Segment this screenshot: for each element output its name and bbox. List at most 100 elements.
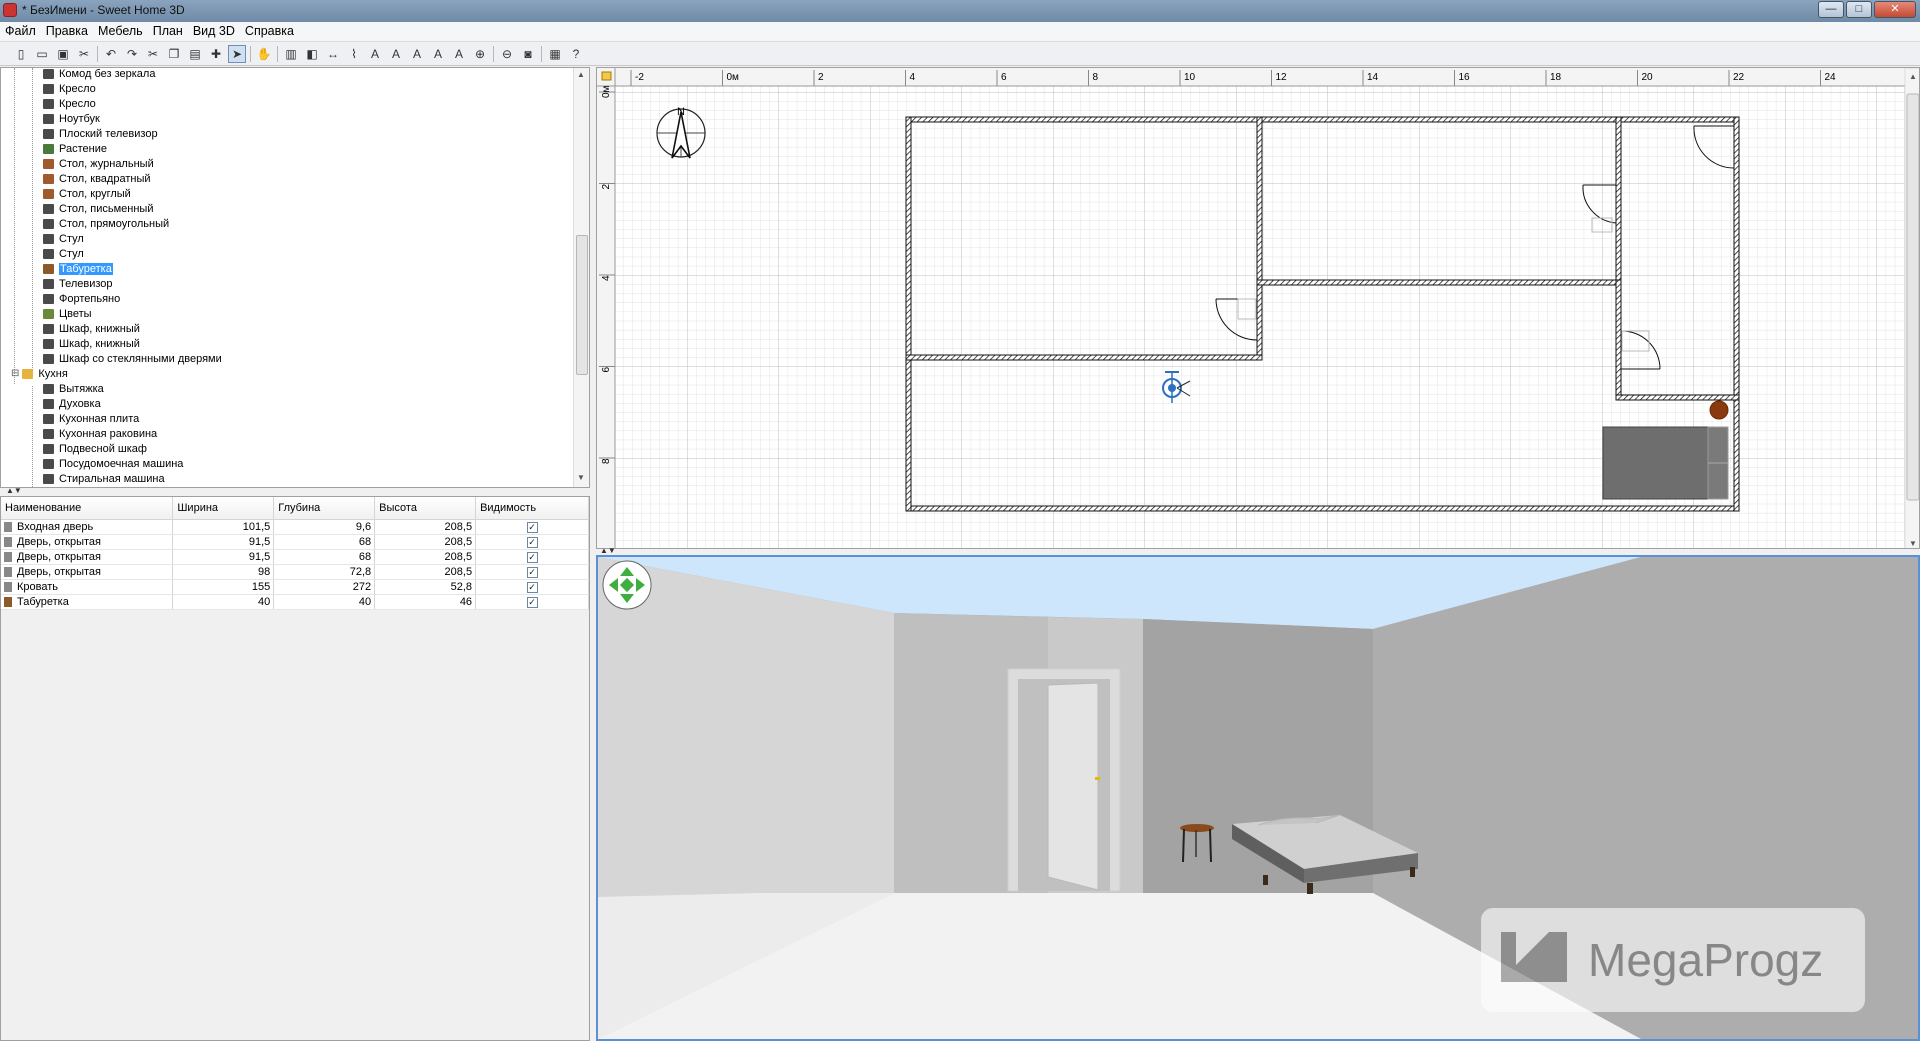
- paste-icon[interactable]: ▤: [186, 45, 204, 63]
- furniture-catalog-tree[interactable]: ▲ ▼ Комод без зеркала Кресло Кресло Ноутбук…: [0, 67, 590, 488]
- table-row[interactable]: Кровать 155 272 52,8 ✓: [1, 579, 589, 595]
- catalog-item[interactable]: Комод без зеркала: [43, 68, 155, 81]
- catalog-item[interactable]: Кресло: [43, 81, 96, 96]
- visibility-checkbox[interactable]: ✓: [526, 566, 538, 578]
- visibility-checkbox[interactable]: ✓: [526, 551, 538, 563]
- menu-plan[interactable]: План: [148, 22, 188, 38]
- visibility-checkbox[interactable]: ✓: [526, 596, 538, 608]
- maximize-button[interactable]: □: [1846, 1, 1872, 18]
- create-dimensions-icon[interactable]: ↔: [324, 45, 342, 63]
- menu-furniture[interactable]: Мебель: [93, 22, 148, 38]
- furniture-list[interactable]: Наименование Ширина Глубина Высота Видим…: [0, 496, 590, 1041]
- table-row[interactable]: Дверь, открытая 91,5 68 208,5 ✓: [1, 549, 589, 565]
- zoom-out-icon[interactable]: ⊖: [498, 45, 516, 63]
- plan-scroll-down-icon[interactable]: ▼: [1909, 539, 1917, 548]
- visibility-checkbox[interactable]: ✓: [526, 521, 538, 533]
- catalog-item[interactable]: Стул: [43, 246, 84, 261]
- text-style-c-icon[interactable]: A: [429, 45, 447, 63]
- catalog-item[interactable]: Кресло: [43, 96, 96, 111]
- table-row[interactable]: Входная дверь 101,5 9,6 208,5 ✓: [1, 519, 589, 535]
- col-height[interactable]: Высота: [374, 497, 477, 520]
- visibility-checkbox[interactable]: ✓: [526, 581, 538, 593]
- catalog-item[interactable]: Подвесной шкаф: [43, 441, 147, 456]
- new-icon[interactable]: ▯: [12, 45, 30, 63]
- create-photo-icon[interactable]: ◙: [519, 45, 537, 63]
- col-depth[interactable]: Глубина: [273, 497, 376, 520]
- catalog-item[interactable]: Стул: [43, 231, 84, 246]
- catalog-item[interactable]: Фортепьяно: [43, 291, 120, 306]
- close-button[interactable]: ✕: [1874, 1, 1916, 18]
- collapse-icon[interactable]: ⊟: [11, 368, 19, 379]
- catalog-item[interactable]: Шкаф, книжный: [43, 321, 140, 336]
- bed-symbol[interactable]: [1602, 426, 1729, 500]
- col-visibility[interactable]: Видимость: [475, 497, 589, 520]
- add-furniture-icon[interactable]: ✚: [207, 45, 225, 63]
- splitter-arrows-icon[interactable]: ▲▼: [600, 546, 616, 555]
- catalog-splitter[interactable]: ▲▼: [0, 486, 590, 496]
- zoom-in-icon[interactable]: ⊕: [471, 45, 489, 63]
- catalog-item[interactable]: Табуретка: [43, 261, 113, 276]
- cut-icon[interactable]: ✂: [144, 45, 162, 63]
- catalog-item[interactable]: Кухонная раковина: [43, 426, 157, 441]
- table-row[interactable]: Дверь, открытая 91,5 68 208,5 ✓: [1, 534, 589, 550]
- save-icon[interactable]: ▣: [54, 45, 72, 63]
- catalog-item[interactable]: Стол, прямоугольный: [43, 216, 169, 231]
- add-text-icon[interactable]: A: [366, 45, 384, 63]
- text-style-d-icon[interactable]: A: [450, 45, 468, 63]
- catalog-item[interactable]: Посудомоечная машина: [43, 456, 183, 471]
- 3d-view[interactable]: MegaProgz: [596, 555, 1920, 1041]
- col-name[interactable]: Наименование: [1, 497, 174, 520]
- catalog-item[interactable]: Телевизор: [43, 276, 113, 291]
- catalog-item[interactable]: Стол, журнальный: [43, 156, 154, 171]
- visibility-checkbox[interactable]: ✓: [526, 536, 538, 548]
- splitter-arrows-icon[interactable]: ▲▼: [6, 486, 22, 495]
- catalog-item[interactable]: Ноутбук: [43, 111, 100, 126]
- catalog-scroll-thumb[interactable]: [576, 235, 588, 375]
- create-rooms-icon[interactable]: ◧: [303, 45, 321, 63]
- redo-icon[interactable]: ↷: [123, 45, 141, 63]
- text-style-a-icon[interactable]: A: [387, 45, 405, 63]
- text-style-b-icon[interactable]: A: [408, 45, 426, 63]
- scroll-up-icon[interactable]: ▲: [577, 70, 585, 79]
- plan-scroll-thumb[interactable]: [1906, 93, 1919, 501]
- catalog-item[interactable]: Плоский телевизор: [43, 126, 158, 141]
- catalog-category-kitchen[interactable]: ⊟ Кухня: [11, 366, 68, 381]
- menu-file[interactable]: Файл: [0, 22, 41, 38]
- catalog-item[interactable]: Шкаф, книжный: [43, 336, 140, 351]
- catalog-item[interactable]: Стиральная машина: [43, 471, 165, 486]
- catalog-item[interactable]: Духовка: [43, 396, 101, 411]
- catalog-item[interactable]: Стол, круглый: [43, 186, 131, 201]
- copy-icon[interactable]: ❐: [165, 45, 183, 63]
- menu-3d-view[interactable]: Вид 3D: [188, 22, 240, 38]
- create-video-icon[interactable]: ▦: [546, 45, 564, 63]
- 3d-navigation-arrows-icon[interactable]: [602, 560, 652, 610]
- plan-canvas[interactable]: -2 0м 2 4 6 8 10 12 14 16 18 20 22 24 0м2468 N: [597, 68, 1920, 549]
- stool-symbol[interactable]: [1709, 400, 1729, 420]
- catalog-item[interactable]: Кухонная плита: [43, 411, 139, 426]
- catalog-item[interactable]: Растение: [43, 141, 107, 156]
- open-icon[interactable]: ▭: [33, 45, 51, 63]
- menu-edit[interactable]: Правка: [41, 22, 93, 38]
- catalog-scrollbar[interactable]: ▲ ▼: [573, 68, 589, 487]
- col-width[interactable]: Ширина: [172, 497, 275, 520]
- select-mode-icon[interactable]: ➤: [228, 45, 246, 63]
- scroll-down-icon[interactable]: ▼: [577, 473, 585, 482]
- minimize-button[interactable]: —: [1818, 1, 1844, 18]
- plan-view[interactable]: -2 0м 2 4 6 8 10 12 14 16 18 20 22 24 0м 2 4 6 8 N: [596, 67, 1920, 549]
- table-row[interactable]: Дверь, открытая 98 72,8 208,5 ✓: [1, 564, 589, 580]
- catalog-item[interactable]: Стол, квадратный: [43, 171, 151, 186]
- plan-scroll-up-icon[interactable]: ▲: [1909, 72, 1917, 81]
- catalog-item[interactable]: Шкаф со стеклянными дверями: [43, 351, 222, 366]
- catalog-item[interactable]: Стол, письменный: [43, 201, 153, 216]
- cut-tool-icon[interactable]: ✂: [75, 45, 93, 63]
- create-walls-icon[interactable]: ▥: [282, 45, 300, 63]
- 3d-canvas[interactable]: MegaProgz: [598, 557, 1918, 1039]
- open-door[interactable]: [1047, 682, 1099, 891]
- catalog-item[interactable]: Вытяжка: [43, 381, 104, 396]
- menu-help[interactable]: Справка: [240, 22, 299, 38]
- help-icon[interactable]: ?: [567, 45, 585, 63]
- create-polylines-icon[interactable]: ⌇: [345, 45, 363, 63]
- catalog-item[interactable]: Цветы: [43, 306, 92, 321]
- table-row[interactable]: Табуретка 40 40 46 ✓: [1, 594, 589, 610]
- undo-icon[interactable]: ↶: [102, 45, 120, 63]
